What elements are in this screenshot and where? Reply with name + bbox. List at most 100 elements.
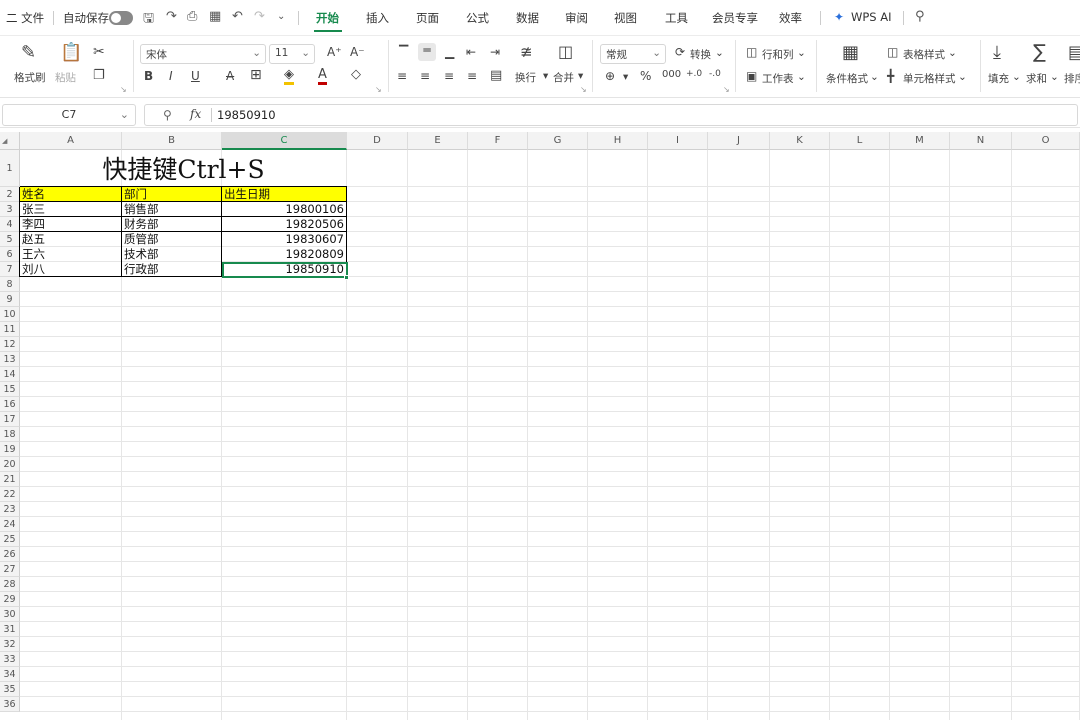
table-style-icon[interactable]: ◫ [887,45,898,59]
increase-decimal-icon[interactable]: +.0 [686,69,702,79]
justify-icon[interactable]: ≡ [467,69,477,83]
increase-indent-icon[interactable]: ⇥ [490,45,500,59]
row-header-20[interactable]: 20 [0,457,20,472]
tab-efficiency[interactable]: 效率 [779,10,802,26]
header-cell[interactable]: 部门 [124,187,219,202]
chevron-down-icon[interactable]: ⌄ [870,71,879,83]
fill-icon[interactable]: ⤓ [993,42,1001,63]
column-header-f[interactable]: F [468,132,528,150]
conditional-format-icon[interactable]: ▦ [842,42,859,63]
dialog-launcher-icon[interactable]: ↘ [580,85,587,94]
row-header-27[interactable]: 27 [0,562,20,577]
distributed-icon[interactable]: ▤ [490,68,502,83]
table-cell[interactable]: 李四 [22,217,119,232]
row-col-button[interactable]: 行和列 [762,47,794,62]
column-header-m[interactable]: M [890,132,950,150]
table-cell[interactable]: 19800106 [224,202,344,217]
chevron-down-icon[interactable]: ⌄ [958,71,967,83]
column-header-a[interactable]: A [20,132,122,150]
row-header-8[interactable]: 8 [0,277,20,292]
format-painter-button[interactable]: 格式刷 [14,70,46,85]
font-name-select[interactable]: 宋体 ⌄ [140,44,266,64]
print-preview-icon[interactable]: ▦ [209,9,221,24]
row-header-16[interactable]: 16 [0,397,20,412]
spreadsheet-grid[interactable]: ◢ ABCDEFGHIJKLMNO 1 2 3 4 5 6 7 8 9 10 11 12 13 14 15 1… [0,132,1080,720]
worksheet-button[interactable]: 工作表 [762,71,794,86]
decrease-font-icon[interactable]: A⁻ [350,45,365,59]
paste-icon[interactable]: 📋 [60,42,82,63]
merge-dropdown-icon[interactable]: ▾ [578,70,583,82]
name-box[interactable]: C7 ⌄ [2,104,136,126]
column-header-b[interactable]: B [122,132,222,150]
row-header-15[interactable]: 15 [0,382,20,397]
column-header-n[interactable]: N [950,132,1012,150]
row-header-23[interactable]: 23 [0,502,20,517]
tab-review[interactable]: 审阅 [565,10,588,26]
tab-formula[interactable]: 公式 [466,10,489,26]
row-header-1[interactable]: 1 [0,150,20,187]
row-header-21[interactable]: 21 [0,472,20,487]
row-header-26[interactable]: 26 [0,547,20,562]
cut-icon[interactable]: ✂ [93,44,105,60]
tab-home[interactable]: 开始 [316,10,339,26]
table-cell[interactable]: 张三 [22,202,119,217]
row-header-34[interactable]: 34 [0,667,20,682]
tab-page[interactable]: 页面 [416,10,439,26]
merge-cells-icon[interactable]: ◫ [558,42,573,61]
column-header-h[interactable]: H [588,132,648,150]
row-header-18[interactable]: 18 [0,427,20,442]
chevron-down-icon[interactable]: ▾ [623,71,628,83]
increase-font-icon[interactable]: A⁺ [327,45,342,59]
column-header-o[interactable]: O [1012,132,1080,150]
row-header-30[interactable]: 30 [0,607,20,622]
tab-insert[interactable]: 插入 [366,10,389,26]
align-left-icon[interactable]: ≡ [397,69,407,83]
row-header-22[interactable]: 22 [0,487,20,502]
table-style-button[interactable]: 表格样式 [903,47,945,62]
align-center-icon[interactable]: ≡ [420,69,430,83]
zoom-search-icon[interactable]: ⚲ [163,108,172,122]
row-header-35[interactable]: 35 [0,682,20,697]
chevron-down-icon[interactable]: ⌄ [797,47,806,59]
font-color-icon[interactable]: A [318,67,327,85]
orientation-icon[interactable]: ≇ [520,43,533,61]
paste-button[interactable]: 粘贴 [55,70,76,85]
table-cell[interactable]: 技术部 [124,247,219,262]
italic-icon[interactable]: I [169,69,173,83]
tab-view[interactable]: 视图 [614,10,637,26]
table-cell[interactable]: 19820506 [224,217,344,232]
number-format-select[interactable]: 常规 ⌄ [600,44,666,64]
row-header-10[interactable]: 10 [0,307,20,322]
export-icon[interactable]: ↷ [166,9,177,24]
align-right-icon[interactable]: ≡ [444,69,454,83]
align-middle-icon[interactable]: ═ [418,43,436,61]
sum-icon[interactable]: ∑ [1033,41,1046,63]
convert-button[interactable]: 转换 [690,47,711,62]
wrap-text-button[interactable]: 换行 [515,70,536,85]
cell-style-button[interactable]: 单元格样式 [903,71,956,86]
row-header-25[interactable]: 25 [0,532,20,547]
row-header-36[interactable]: 36 [0,697,20,712]
tab-tools[interactable]: 工具 [665,10,688,26]
border-icon[interactable]: ⊞ [250,67,262,83]
table-cell[interactable]: 19830607 [224,232,344,247]
table-cell[interactable]: 刘八 [22,262,119,277]
bold-icon[interactable]: B [144,69,153,83]
row-header-33[interactable]: 33 [0,652,20,667]
wrap-dropdown-icon[interactable]: ▾ [543,70,548,82]
format-painter-icon[interactable]: ✎ [21,42,36,63]
wps-ai-button[interactable]: WPS AI [851,10,892,24]
autosave-toggle[interactable] [109,11,133,25]
row-header-32[interactable]: 32 [0,637,20,652]
chevron-down-icon[interactable]: ⌄ [1050,71,1059,83]
formula-input[interactable]: ⚲ fx 19850910 [144,104,1078,126]
merge-button[interactable]: 合并 [553,70,574,85]
copy-icon[interactable]: ❐ [93,68,105,83]
row-header-31[interactable]: 31 [0,622,20,637]
row-header-6[interactable]: 6 [0,247,20,262]
fill-button[interactable]: 填充 [988,71,1009,86]
row-header-4[interactable]: 4 [0,217,20,232]
sum-button[interactable]: 求和 [1026,71,1047,86]
row-header-12[interactable]: 12 [0,337,20,352]
underline-icon[interactable]: U [191,69,200,83]
